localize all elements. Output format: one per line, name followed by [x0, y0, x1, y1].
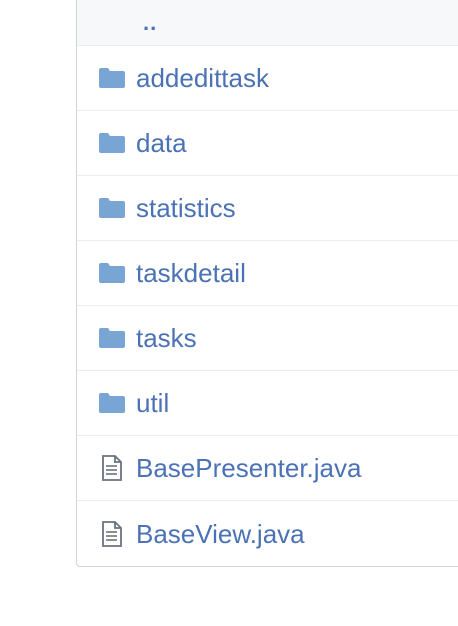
- folder-icon: [98, 261, 126, 285]
- file-icon: [98, 520, 126, 547]
- folder-row-util[interactable]: util: [77, 371, 458, 436]
- folder-row-addedittask[interactable]: addedittask: [77, 46, 458, 111]
- folder-name[interactable]: taskdetail: [136, 260, 246, 286]
- folder-icon: [98, 391, 126, 415]
- file-row-baseview[interactable]: BaseView.java: [77, 501, 458, 566]
- file-name[interactable]: BasePresenter.java: [136, 455, 361, 481]
- folder-name[interactable]: util: [136, 390, 169, 416]
- folder-name[interactable]: tasks: [136, 325, 197, 351]
- folder-name[interactable]: addedittask: [136, 65, 269, 91]
- folder-icon: [98, 196, 126, 220]
- file-name[interactable]: BaseView.java: [136, 521, 305, 547]
- folder-name[interactable]: statistics: [136, 195, 236, 221]
- folder-row-taskdetail[interactable]: taskdetail: [77, 241, 458, 306]
- folder-icon: [98, 131, 126, 155]
- folder-row-data[interactable]: data: [77, 111, 458, 176]
- folder-row-statistics[interactable]: statistics: [77, 176, 458, 241]
- folder-row-tasks[interactable]: tasks: [77, 306, 458, 371]
- folder-icon: [98, 326, 126, 350]
- folder-icon: [98, 66, 126, 90]
- file-row-basepresenter[interactable]: BasePresenter.java: [77, 436, 458, 501]
- parent-directory-row[interactable]: ..: [77, 0, 458, 46]
- file-list: .. addedittask data statistics taskdetai…: [76, 0, 458, 567]
- parent-directory-link[interactable]: ..: [143, 10, 157, 36]
- folder-name[interactable]: data: [136, 130, 187, 156]
- file-icon: [98, 455, 126, 481]
